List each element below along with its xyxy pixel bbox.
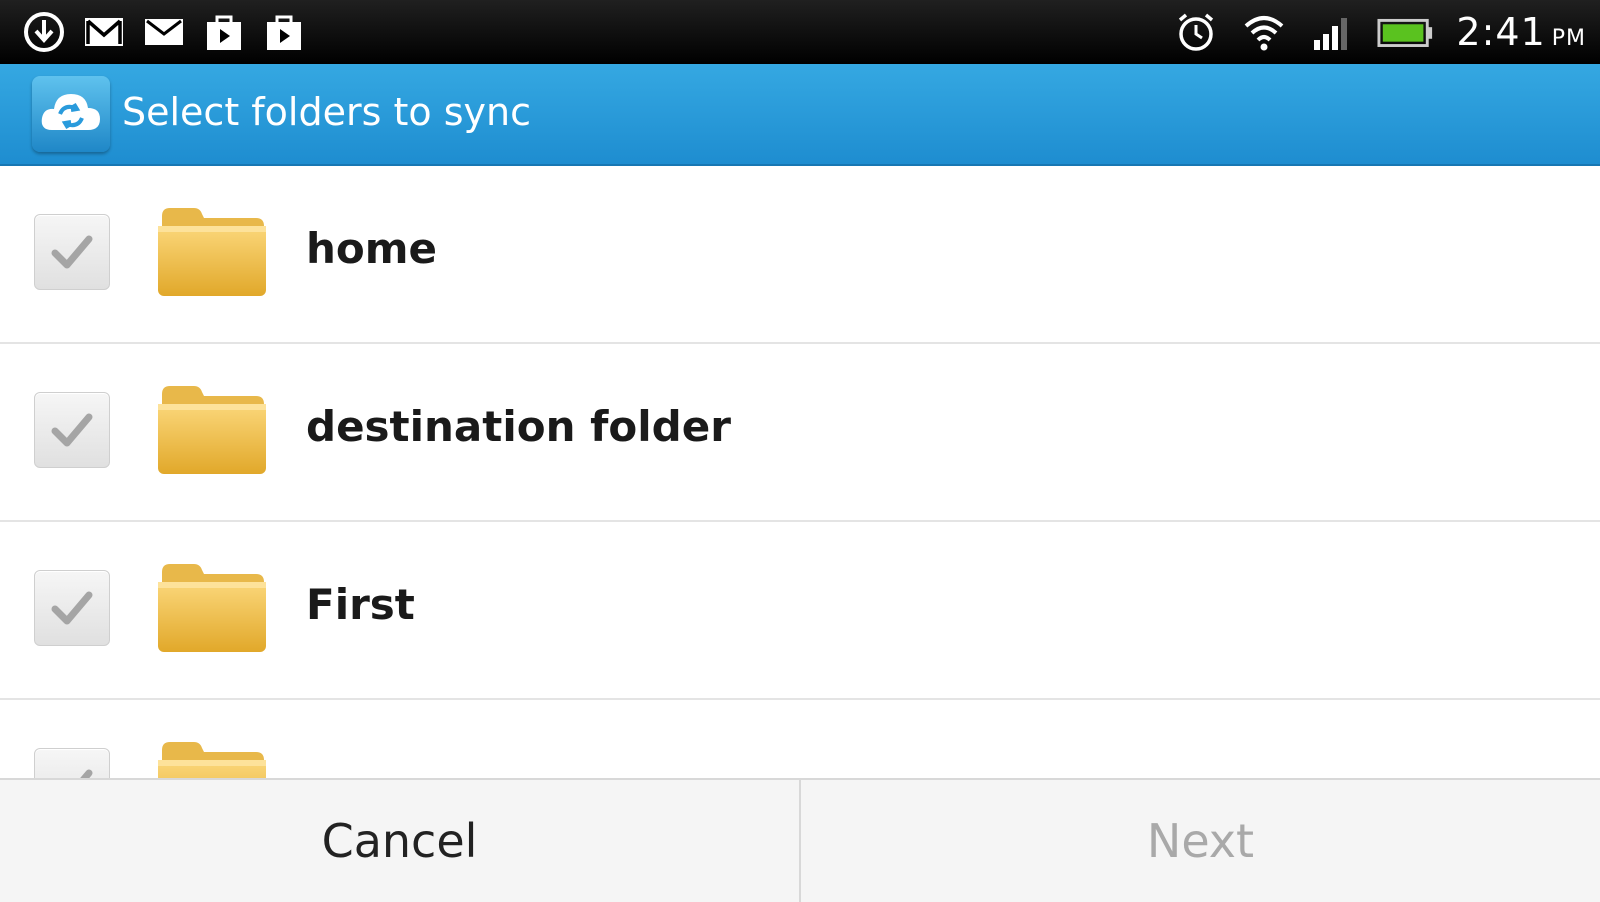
store-icon [200, 8, 248, 56]
page-title: Select folders to sync [122, 90, 531, 134]
folder-icon [154, 380, 270, 480]
folder-name: destination folder [306, 402, 731, 451]
folder-checkbox[interactable] [34, 570, 110, 646]
list-item-home[interactable]: home [0, 166, 1600, 344]
gmail-icon [80, 8, 128, 56]
list-item-first[interactable]: First [0, 522, 1600, 700]
folder-checkbox[interactable] [34, 392, 110, 468]
folder-checkbox[interactable] [34, 748, 110, 778]
folder-list: home destination folder First [0, 166, 1600, 778]
folder-icon [154, 558, 270, 658]
list-item-partial[interactable] [0, 700, 1600, 778]
play-store-icon [260, 8, 308, 56]
alarm-icon [1172, 8, 1220, 56]
cancel-button[interactable]: Cancel [0, 780, 801, 902]
checkmark-icon [51, 591, 93, 625]
folder-name: First [306, 580, 415, 629]
folder-icon [154, 736, 270, 778]
system-icons: 2:41 PM [1172, 4, 1586, 60]
next-button[interactable]: Next [801, 780, 1600, 902]
list-item-destination-folder[interactable]: destination folder [0, 344, 1600, 522]
folder-name: home [306, 224, 438, 273]
folder-icon [154, 202, 270, 302]
folder-checkbox[interactable] [34, 214, 110, 290]
clock: 2:41 PM [1456, 10, 1586, 54]
status-bar: 2:41 PM [0, 0, 1600, 64]
checkmark-icon [80, 769, 93, 778]
mail-icon [140, 8, 188, 56]
checkmark-icon [51, 413, 93, 447]
signal-icon [1308, 8, 1356, 56]
battery-icon [1376, 8, 1436, 56]
wifi-icon [1240, 8, 1288, 56]
action-bar: Select folders to sync [0, 64, 1600, 166]
checkmark-icon [51, 235, 93, 269]
notification-icons [20, 8, 308, 56]
button-bar: Cancel Next [0, 778, 1600, 902]
cloud-sync-icon[interactable] [32, 76, 110, 152]
download-icon [20, 8, 68, 56]
